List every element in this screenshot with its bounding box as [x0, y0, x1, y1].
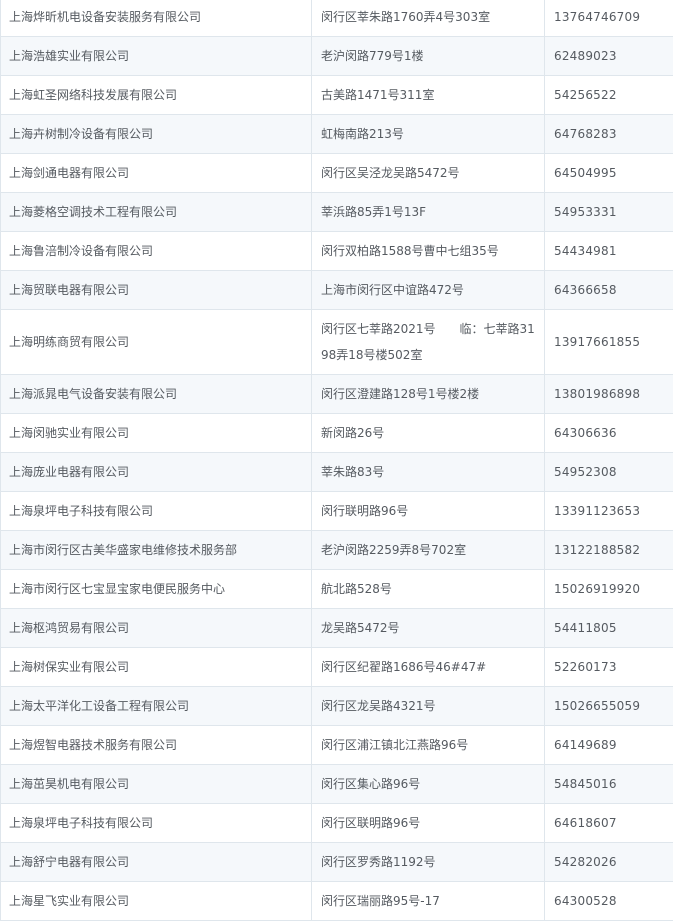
company-name-cell: 上海枢鸿贸易有限公司: [1, 609, 312, 648]
company-name-cell: 上海太平洋化工设备工程有限公司: [1, 687, 312, 726]
phone-cell: 52260173: [545, 648, 673, 687]
company-name-cell: 上海庞业电器有限公司: [1, 453, 312, 492]
table-row: 上海舒宁电器有限公司闵行区罗秀路1192号54282026: [1, 843, 673, 882]
phone-cell: 54411805: [545, 609, 673, 648]
phone-cell: 64149689: [545, 726, 673, 765]
table-row: 上海派晁电气设备安装有限公司闵行区澄建路128号1号楼2楼13801986898: [1, 375, 673, 414]
address-cell: 航北路528号: [312, 570, 545, 609]
phone-cell: 13917661855: [545, 310, 673, 375]
table-row: 上海虹圣网络科技发展有限公司古美路1471号311室54256522: [1, 76, 673, 115]
address-cell: 老沪闵路779号1楼: [312, 37, 545, 76]
table-row: 上海泉坪电子科技有限公司闵行区联明路96号64618607: [1, 804, 673, 843]
table-row: 上海庞业电器有限公司莘朱路83号54952308: [1, 453, 673, 492]
table-row: 上海茁昊机电有限公司闵行区集心路96号54845016: [1, 765, 673, 804]
table-row: 上海鲁涪制冷设备有限公司闵行双柏路1588号曹中七组35号54434981: [1, 232, 673, 271]
address-cell: 闵行区七莘路2021号 临：七莘路3198弄18号楼502室: [312, 310, 545, 375]
table-row: 上海枢鸿贸易有限公司龙吴路5472号54411805: [1, 609, 673, 648]
phone-cell: 54282026: [545, 843, 673, 882]
company-name-cell: 上海鲁涪制冷设备有限公司: [1, 232, 312, 271]
phone-cell: 54953331: [545, 193, 673, 232]
address-cell: 古美路1471号311室: [312, 76, 545, 115]
address-cell: 虹梅南路213号: [312, 115, 545, 154]
address-cell: 老沪闵路2259弄8号702室: [312, 531, 545, 570]
table-row: 上海市闵行区七宝显宝家电便民服务中心航北路528号15026919920: [1, 570, 673, 609]
address-cell: 闵行区联明路96号: [312, 804, 545, 843]
address-cell: 上海市闵行区中谊路472号: [312, 271, 545, 310]
address-cell: 闵行区吴泾龙吴路5472号: [312, 154, 545, 193]
address-cell: 闵行区龙吴路4321号: [312, 687, 545, 726]
company-directory-table: 上海烨昕机电设备安装服务有限公司闵行区莘朱路1760弄4号303室1376474…: [0, 0, 673, 921]
phone-cell: 54256522: [545, 76, 673, 115]
table-row: 上海明练商贸有限公司闵行区七莘路2021号 临：七莘路3198弄18号楼502室…: [1, 310, 673, 375]
address-cell: 闵行区罗秀路1192号: [312, 843, 545, 882]
table-row: 上海市闵行区古美华盛家电维修技术服务部老沪闵路2259弄8号702室131221…: [1, 531, 673, 570]
phone-cell: 13122188582: [545, 531, 673, 570]
table-row: 上海菱格空调技术工程有限公司莘浜路85弄1号13F54953331: [1, 193, 673, 232]
phone-cell: 64768283: [545, 115, 673, 154]
address-cell: 闵行区莘朱路1760弄4号303室: [312, 0, 545, 37]
company-name-cell: 上海煜智电器技术服务有限公司: [1, 726, 312, 765]
address-cell: 闵行双柏路1588号曹中七组35号: [312, 232, 545, 271]
company-name-cell: 上海卉树制冷设备有限公司: [1, 115, 312, 154]
company-name-cell: 上海闵驰实业有限公司: [1, 414, 312, 453]
company-name-cell: 上海舒宁电器有限公司: [1, 843, 312, 882]
company-name-cell: 上海菱格空调技术工程有限公司: [1, 193, 312, 232]
phone-cell: 64618607: [545, 804, 673, 843]
table-row: 上海太平洋化工设备工程有限公司闵行区龙吴路4321号15026655059: [1, 687, 673, 726]
phone-cell: 64306636: [545, 414, 673, 453]
address-cell: 闵行区集心路96号: [312, 765, 545, 804]
company-name-cell: 上海明练商贸有限公司: [1, 310, 312, 375]
table-row: 上海煜智电器技术服务有限公司闵行区浦江镇北江燕路96号64149689: [1, 726, 673, 765]
company-name-cell: 上海茁昊机电有限公司: [1, 765, 312, 804]
table-row: 上海卉树制冷设备有限公司虹梅南路213号64768283: [1, 115, 673, 154]
phone-cell: 64504995: [545, 154, 673, 193]
company-name-cell: 上海贸联电器有限公司: [1, 271, 312, 310]
address-cell: 闵行联明路96号: [312, 492, 545, 531]
company-name-cell: 上海烨昕机电设备安装服务有限公司: [1, 0, 312, 37]
address-cell: 闵行区澄建路128号1号楼2楼: [312, 375, 545, 414]
company-name-cell: 上海剑通电器有限公司: [1, 154, 312, 193]
address-cell: 新闵路26号: [312, 414, 545, 453]
table-row: 上海贸联电器有限公司上海市闵行区中谊路472号64366658: [1, 271, 673, 310]
company-name-cell: 上海浩雄实业有限公司: [1, 37, 312, 76]
address-cell: 莘浜路85弄1号13F: [312, 193, 545, 232]
table-row: 上海烨昕机电设备安装服务有限公司闵行区莘朱路1760弄4号303室1376474…: [1, 0, 673, 37]
table-row: 上海剑通电器有限公司闵行区吴泾龙吴路5472号64504995: [1, 154, 673, 193]
phone-cell: 13391123653: [545, 492, 673, 531]
table-row: 上海浩雄实业有限公司老沪闵路779号1楼62489023: [1, 37, 673, 76]
company-name-cell: 上海市闵行区古美华盛家电维修技术服务部: [1, 531, 312, 570]
address-cell: 莘朱路83号: [312, 453, 545, 492]
company-name-cell: 上海泉坪电子科技有限公司: [1, 804, 312, 843]
phone-cell: 15026655059: [545, 687, 673, 726]
phone-cell: 54434981: [545, 232, 673, 271]
phone-cell: 15026919920: [545, 570, 673, 609]
phone-cell: 54952308: [545, 453, 673, 492]
table-row: 上海树保实业有限公司闵行区纪翟路1686号46#47#52260173: [1, 648, 673, 687]
company-name-cell: 上海市闵行区七宝显宝家电便民服务中心: [1, 570, 312, 609]
table-row: 上海泉坪电子科技有限公司闵行联明路96号13391123653: [1, 492, 673, 531]
address-cell: 闵行区浦江镇北江燕路96号: [312, 726, 545, 765]
table-body: 上海烨昕机电设备安装服务有限公司闵行区莘朱路1760弄4号303室1376474…: [1, 0, 673, 921]
phone-cell: 13801986898: [545, 375, 673, 414]
table-row: 上海闵驰实业有限公司新闵路26号64306636: [1, 414, 673, 453]
address-cell: 闵行区纪翟路1686号46#47#: [312, 648, 545, 687]
company-name-cell: 上海泉坪电子科技有限公司: [1, 492, 312, 531]
company-name-cell: 上海树保实业有限公司: [1, 648, 312, 687]
company-name-cell: 上海虹圣网络科技发展有限公司: [1, 76, 312, 115]
address-cell: 龙吴路5472号: [312, 609, 545, 648]
phone-cell: 13764746709: [545, 0, 673, 37]
phone-cell: 54845016: [545, 765, 673, 804]
phone-cell: 62489023: [545, 37, 673, 76]
company-name-cell: 上海派晁电气设备安装有限公司: [1, 375, 312, 414]
phone-cell: 64366658: [545, 271, 673, 310]
